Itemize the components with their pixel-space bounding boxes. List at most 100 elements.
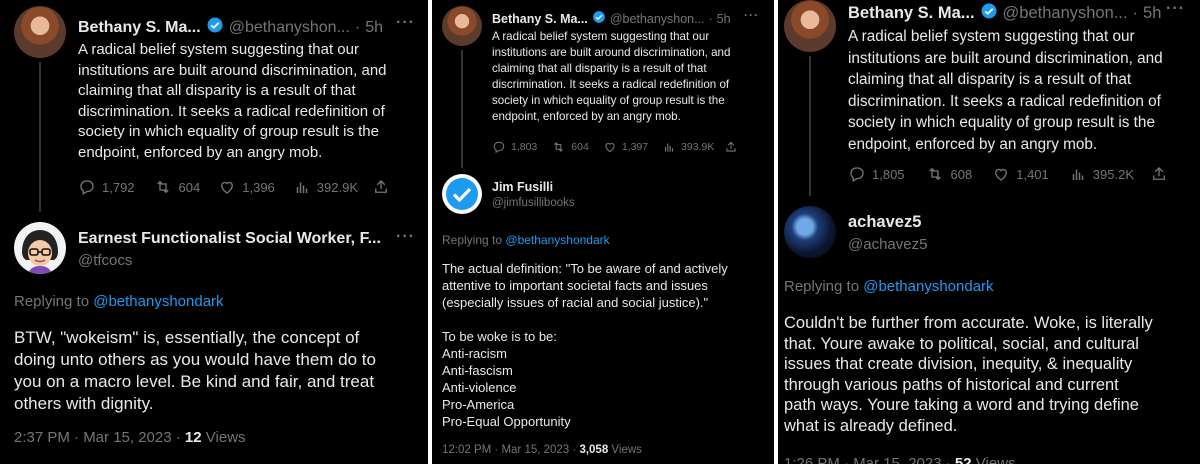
replying-to-label: Replying to [14, 293, 90, 310]
reply-text: The actual definition: "To be aware of a… [442, 261, 728, 429]
author-name[interactable]: Jim Fusilli [492, 180, 553, 194]
more-icon[interactable]: ··· [396, 14, 415, 32]
reply-icon [80, 180, 94, 195]
replying-to-link[interactable]: @bethanyshondark [863, 278, 993, 295]
reply-views-label: Views [975, 455, 1016, 464]
like-icon [995, 168, 1008, 181]
like-icon [221, 181, 234, 194]
reply-header: Jim Fusilli [492, 180, 553, 194]
author-name[interactable]: Bethany S. Ma... [492, 12, 588, 26]
reply-meta: 2:37 PM · Mar 15, 2023 · 12 Views [14, 429, 246, 446]
tweet-text: A radical belief system suggesting that … [492, 30, 731, 123]
retweet-icon [928, 167, 941, 181]
like-button[interactable]: 1,396 [218, 178, 275, 196]
tweet-time[interactable]: 5h [365, 19, 383, 37]
author-name[interactable]: Bethany S. Ma... [848, 4, 975, 23]
retweet-button[interactable]: 604 [551, 140, 589, 154]
reply-views-count: 3,058 [579, 444, 609, 456]
author-handle[interactable]: @tfcocs [78, 252, 132, 269]
author-name[interactable]: Earnest Functionalist Social Worker, F..… [78, 230, 381, 248]
share-button[interactable] [372, 178, 390, 196]
retweet-count: 604 [178, 179, 201, 195]
author-handle[interactable]: @achavez5 [848, 236, 927, 253]
thread-line [461, 50, 463, 168]
reply-views-label: Views [205, 429, 246, 446]
author-name[interactable]: Bethany S. Ma... [78, 19, 201, 37]
reply-button[interactable]: 1,792 [78, 178, 135, 196]
reply-count: 1,805 [872, 166, 905, 182]
like-button[interactable]: 1,397 [603, 140, 648, 154]
tweet-header: Bethany S. Ma... @bethanyshon... · 5h [78, 16, 383, 39]
reply-button[interactable]: 1,803 [492, 140, 537, 154]
screenshot-panel-2: Bethany S. Ma... @bethanyshon... · 5h ··… [432, 0, 774, 464]
more-icon[interactable]: ··· [744, 8, 759, 22]
reply-text: Couldn't be further from accurate. Woke,… [784, 314, 1153, 435]
avatar[interactable] [14, 6, 66, 58]
tweet-time[interactable]: 5h [717, 12, 731, 26]
reply-icon [493, 141, 505, 154]
thread-line [39, 62, 41, 212]
reply-text: BTW, "wokeism" is, essentially, the conc… [14, 328, 376, 413]
tweet-time[interactable]: 5h [1143, 4, 1161, 23]
replying-to-label: Replying to [442, 233, 503, 247]
views-count: 395.2K [1092, 166, 1134, 182]
retweet-button[interactable]: 604 [153, 178, 201, 196]
replying-to: Replying to @bethanyshondark [14, 293, 224, 310]
reply-views-count: 12 [184, 429, 202, 446]
views-icon [665, 143, 674, 152]
views-count: 392.9K [316, 179, 358, 195]
more-icon[interactable]: ··· [396, 228, 415, 246]
views-icon [1072, 169, 1084, 180]
reply-header: achavez5 [848, 213, 921, 232]
like-button[interactable]: 1,401 [992, 165, 1049, 183]
replying-to-link[interactable]: @bethanyshondark [505, 233, 609, 247]
author-handle[interactable]: @jimfusillibooks [492, 197, 575, 209]
views-button[interactable]: 393.9K [662, 140, 714, 154]
tweet-text: A radical belief system suggesting that … [848, 28, 1163, 153]
share-button[interactable] [724, 140, 738, 154]
reply-timestamp[interactable]: 12:02 PM · Mar 15, 2023 · [442, 444, 576, 456]
replying-to-link[interactable]: @bethanyshondark [93, 293, 223, 310]
reply-timestamp[interactable]: 2:37 PM · Mar 15, 2023 · [14, 429, 181, 446]
like-count: 1,397 [621, 141, 649, 153]
retweet-count: 604 [571, 141, 589, 153]
reply-header: Earnest Functionalist Social Worker, F..… [78, 230, 381, 248]
retweet-button[interactable]: 608 [925, 165, 973, 183]
tweet-actions: 1,792 604 1,396 392.9K [78, 178, 390, 196]
views-button[interactable]: 392.9K [293, 178, 358, 196]
retweet-icon [554, 142, 564, 152]
verified-badge-icon [206, 16, 224, 39]
retweet-count: 608 [950, 166, 973, 182]
reply-meta: 1:26 PM · Mar 15, 2023 · 52 Views [784, 455, 1016, 464]
tweet-header: Bethany S. Ma... @bethanyshon... · 5h [492, 10, 731, 27]
author-handle[interactable]: @bethanyshon... [1003, 4, 1128, 23]
avatar[interactable] [442, 174, 482, 214]
thread-line [809, 56, 811, 196]
reply-views-label: Views [611, 444, 642, 456]
replying-to: Replying to @bethanyshondark [784, 278, 994, 295]
share-button[interactable] [1150, 165, 1168, 183]
more-icon[interactable]: ··· [1166, 0, 1185, 18]
replying-to: Replying to @bethanyshondark [442, 233, 610, 247]
reply-handle-row: @achavez5 [848, 236, 927, 253]
author-handle[interactable]: @bethanyshon... [229, 19, 350, 37]
screenshot-panel-3: Bethany S. Ma... @bethanyshon... · 5h ··… [778, 0, 1200, 464]
views-button[interactable]: 395.2K [1069, 165, 1134, 183]
reply-timestamp[interactable]: 1:26 PM · Mar 15, 2023 · [784, 455, 951, 464]
author-name[interactable]: achavez5 [848, 213, 921, 232]
avatar[interactable] [14, 222, 66, 274]
tweet-actions: 1,803 604 1,397 393.9K [492, 140, 738, 154]
avatar[interactable] [442, 6, 482, 46]
reply-button[interactable]: 1,805 [848, 165, 905, 183]
reply-views-count: 52 [954, 455, 972, 464]
retweet-icon [156, 180, 169, 194]
reply-count: 1,803 [511, 141, 538, 153]
author-handle[interactable]: @bethanyshon... [610, 12, 705, 26]
time-separator: · [354, 18, 361, 36]
tweet-text: A radical belief system suggesting that … [78, 41, 387, 161]
reply-handle-row: @jimfusillibooks [492, 197, 575, 209]
avatar[interactable] [784, 0, 836, 52]
verified-badge-icon [980, 2, 998, 25]
time-separator: · [708, 11, 713, 26]
avatar[interactable] [784, 206, 836, 258]
